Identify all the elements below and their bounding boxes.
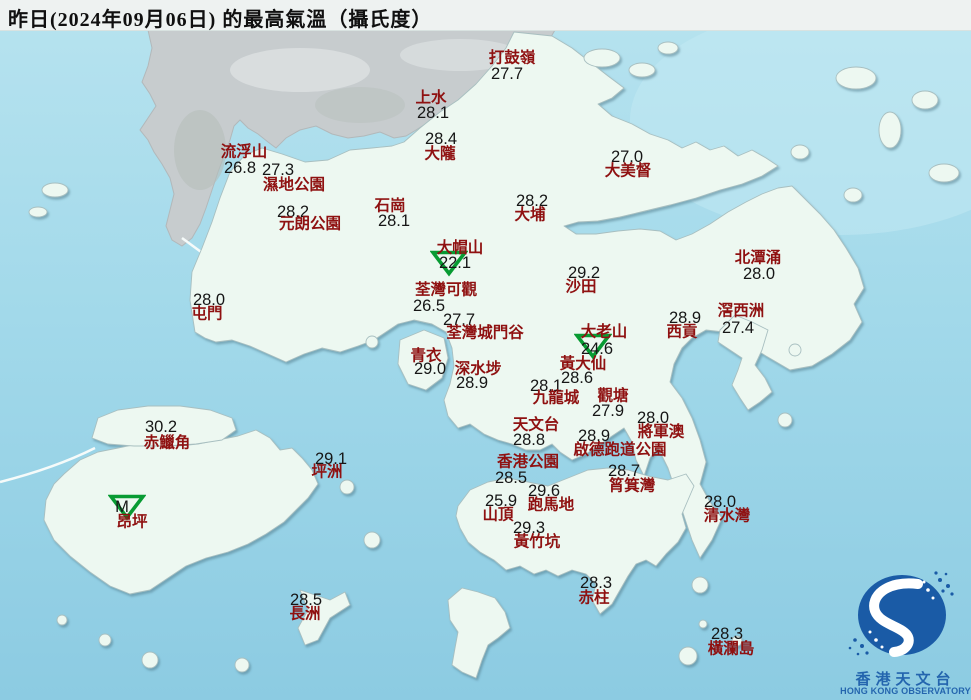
station-name-label: 跑馬地	[527, 496, 575, 514]
station-name-label: 九龍城	[532, 389, 580, 407]
port-shelter-islet	[788, 343, 802, 357]
station-temp-value: 22.1	[438, 253, 472, 272]
station-name-label: 大隴	[424, 145, 456, 163]
port-shelter-islet-2	[777, 412, 793, 428]
station-name-label: 石崗	[374, 197, 406, 215]
ne-island-2	[628, 62, 656, 78]
station-temp-value: 26.8	[223, 158, 257, 177]
lung-kwu-chau-islet	[41, 182, 69, 198]
shek-kwu-chau-islet	[234, 657, 250, 673]
soko-islet-2	[141, 651, 159, 669]
station-temp-value: 27.4	[721, 318, 755, 337]
station-name-label: 黃竹坑	[513, 533, 561, 551]
station-name-label: 天文台	[512, 416, 560, 434]
ne-island-5	[878, 111, 902, 149]
ma-wan-island	[365, 335, 379, 349]
station-name-label: 山頂	[482, 506, 514, 524]
station-name-label: 橫瀾島	[707, 640, 755, 658]
station-temp-value: 28.8	[512, 430, 546, 449]
station-name-label: 昂坪	[116, 513, 148, 531]
station-name-label: 屯門	[191, 305, 223, 323]
ne-island-1	[583, 48, 621, 68]
station-name-label: 流浮山	[220, 143, 268, 161]
station-name-label: 西貢	[666, 323, 698, 341]
station-name-label: 大帽山	[436, 239, 484, 257]
station-name-label: 滘西洲	[717, 302, 765, 320]
station-name-label: 元朗公園	[278, 215, 342, 233]
hko-logo-icon	[848, 571, 954, 657]
ne-island-3	[657, 41, 679, 55]
waglan-islet	[698, 619, 708, 629]
soko-islet-1	[98, 633, 112, 647]
tap-mun-island	[790, 144, 810, 160]
station-name-label: 赤柱	[578, 589, 610, 607]
tung-lung-island	[691, 576, 709, 594]
station-name-label: 打鼓嶺	[488, 49, 536, 67]
station-name-label: 青衣	[410, 347, 442, 365]
station-name-label: 濕地公園	[262, 176, 326, 194]
station-name-label: 清水灣	[703, 507, 751, 525]
hko-logo-name-en: HONG KONG OBSERVATORY	[840, 686, 971, 696]
station-name-label: 上水	[415, 89, 447, 107]
station-name-label: 香港公園	[496, 453, 560, 471]
station-temp-value: 28.1	[377, 211, 411, 230]
hko-max-temperature-map: 昨日(2024年09月06日) 的最高氣溫（攝氏度） 27.7 打鼓嶺 28.1 上水…	[0, 0, 971, 700]
station-name-label: 北潭涌	[734, 249, 782, 267]
station-name-label: 荃灣城門谷	[446, 324, 524, 342]
station-name-label: 長洲	[289, 605, 321, 623]
hko-logo: 香港天文台 HONG KONG OBSERVATORY	[840, 560, 971, 700]
station-temp-value: 27.9	[591, 401, 625, 420]
station-temp-value: 28.0	[742, 264, 776, 283]
station-name-label: 大美督	[604, 162, 652, 180]
station-name-label: 將軍澳	[637, 423, 685, 441]
station-name-label: 大老山	[580, 323, 628, 341]
page-title: 昨日(2024年09月06日) 的最高氣溫（攝氏度）	[8, 9, 433, 31]
station-temp-value: 26.5	[412, 296, 446, 315]
station-name-label: 坪洲	[311, 463, 343, 481]
station-name-label: 赤鱲角	[143, 434, 191, 452]
station-temp-value: 28.5	[494, 468, 528, 487]
ne-island-6	[911, 90, 939, 110]
station-temp-value: 30.2	[144, 417, 178, 436]
station-name-label: 大埔	[514, 206, 546, 224]
ne-island-4	[835, 66, 877, 90]
peng-chau-island	[339, 479, 355, 495]
station-name-label: 啟德跑道公園	[573, 441, 667, 459]
soko-islet-3	[56, 614, 68, 626]
station-name-label: 荃灣可觀	[414, 281, 478, 299]
ne-island-7	[928, 163, 960, 183]
sha-chau-islet	[28, 206, 48, 218]
po-toi-island	[678, 646, 698, 666]
station-name-label: 觀塘	[597, 387, 629, 405]
station-name-label: 深水埗	[454, 360, 502, 378]
station-name-label: 沙田	[565, 278, 597, 296]
station-name-label: 筲箕灣	[608, 477, 656, 495]
hei-ling-chau-island	[363, 531, 381, 549]
title-bar: 昨日(2024年09月06日) 的最高氣溫（攝氏度）	[0, 0, 971, 31]
station-temp-value: 28.1	[416, 103, 450, 122]
ne-island-8	[843, 187, 863, 203]
hong-kong-map	[0, 0, 971, 700]
station-name-label: 黃大仙	[559, 355, 607, 373]
station-temp-value: 27.7	[490, 64, 524, 83]
